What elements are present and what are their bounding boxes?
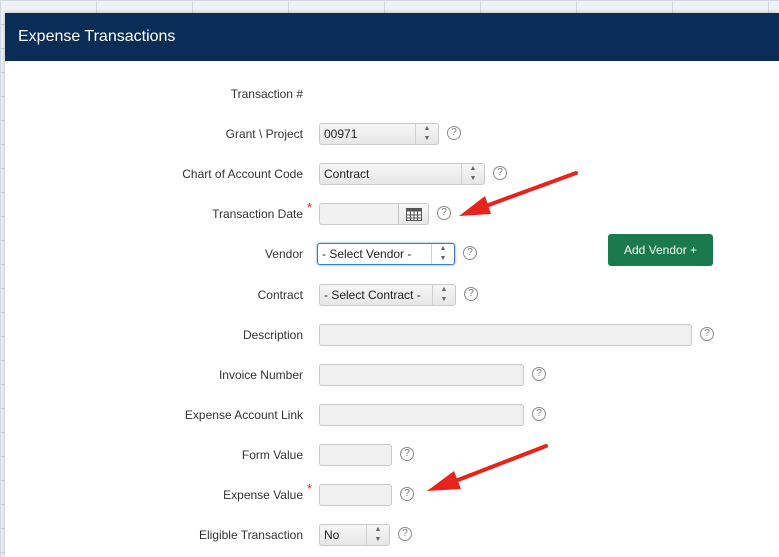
- transaction-date-label-text: Transaction Date: [212, 207, 303, 221]
- row-form-value: Form Value ?: [5, 442, 779, 468]
- expense-account-link-label: Expense Account Link: [184, 408, 303, 422]
- chart-of-account-code-label: Chart of Account Code: [182, 167, 303, 181]
- contract-label: Contract: [257, 288, 303, 302]
- transaction-number-label: Transaction #: [230, 87, 303, 101]
- expense-transactions-modal: Expense Transactions Transaction # Grant…: [5, 13, 779, 557]
- annotation-arrow: [427, 444, 548, 491]
- calendar-icon: [406, 208, 422, 221]
- add-vendor-button[interactable]: Add Vendor +: [608, 234, 713, 266]
- modal-title: Expense Transactions: [18, 28, 176, 45]
- help-icon[interactable]: ?: [532, 367, 546, 381]
- select-arrows-icon: ▲ ▼: [432, 285, 455, 305]
- required-marker: *: [306, 481, 312, 496]
- invoice-number-label: Invoice Number: [218, 368, 303, 382]
- help-icon[interactable]: ?: [532, 407, 546, 421]
- row-chart-of-account-code: Chart of Account Code Contract ▲ ▼ ?: [5, 161, 779, 187]
- expense-value-label: Expense Value *: [223, 481, 312, 508]
- required-marker: *: [306, 200, 312, 215]
- row-transaction-number: Transaction #: [5, 81, 779, 107]
- modal-header: Expense Transactions: [5, 13, 779, 61]
- help-icon[interactable]: ?: [400, 447, 414, 461]
- contract-select[interactable]: - Select Contract - ▲ ▼: [319, 284, 456, 306]
- help-icon[interactable]: ?: [464, 287, 478, 301]
- help-icon[interactable]: ?: [700, 327, 714, 341]
- help-icon[interactable]: ?: [398, 527, 412, 541]
- row-grant-project: Grant \ Project 00971 ▲ ▼ ?: [5, 121, 779, 147]
- help-icon[interactable]: ?: [400, 487, 414, 501]
- grant-project-value: 00971: [324, 127, 358, 141]
- transaction-date-label: Transaction Date *: [212, 200, 312, 227]
- contract-value: - Select Contract -: [324, 288, 421, 302]
- select-arrows-icon: ▲ ▼: [431, 244, 454, 264]
- annotation-arrow: [459, 171, 578, 216]
- select-arrows-icon: ▲ ▼: [415, 124, 438, 144]
- help-icon[interactable]: ?: [437, 206, 451, 220]
- form-value-input[interactable]: [319, 444, 392, 466]
- vendor-label: Vendor: [264, 247, 303, 261]
- description-label: Description: [242, 328, 303, 342]
- help-icon[interactable]: ?: [463, 246, 477, 260]
- expense-value-input[interactable]: [319, 484, 392, 506]
- form-value-label: Form Value: [241, 448, 303, 462]
- row-description: Description ?: [5, 322, 779, 348]
- vendor-select[interactable]: - Select Vendor - ▲ ▼: [317, 243, 455, 265]
- vendor-value: - Select Vendor -: [322, 247, 412, 261]
- grant-project-select[interactable]: 00971 ▲ ▼: [319, 123, 439, 145]
- grant-project-label: Grant \ Project: [225, 127, 303, 141]
- transaction-date-input[interactable]: [319, 203, 399, 225]
- expense-value-label-text: Expense Value: [223, 488, 303, 502]
- row-invoice-number: Invoice Number ?: [5, 362, 779, 388]
- row-expense-value: Expense Value * ?: [5, 481, 779, 508]
- row-transaction-date: Transaction Date * ?: [5, 200, 779, 227]
- calendar-button[interactable]: [399, 203, 429, 225]
- row-expense-account-link: Expense Account Link ?: [5, 402, 779, 428]
- eligible-transaction-label: Eligible Transaction: [198, 528, 303, 542]
- select-arrows-icon: ▲ ▼: [366, 525, 389, 545]
- row-eligible-transaction: Eligible Transaction No ▲ ▼ ?: [5, 522, 779, 548]
- eligible-transaction-select[interactable]: No ▲ ▼: [319, 524, 390, 546]
- expense-account-link-input[interactable]: [319, 404, 524, 426]
- description-input[interactable]: [319, 324, 692, 346]
- eligible-transaction-value: No: [324, 528, 340, 542]
- row-contract: Contract - Select Contract - ▲ ▼ ?: [5, 282, 779, 308]
- help-icon[interactable]: ?: [447, 126, 461, 140]
- chart-of-account-code-value: Contract: [324, 167, 370, 181]
- invoice-number-input[interactable]: [319, 364, 524, 386]
